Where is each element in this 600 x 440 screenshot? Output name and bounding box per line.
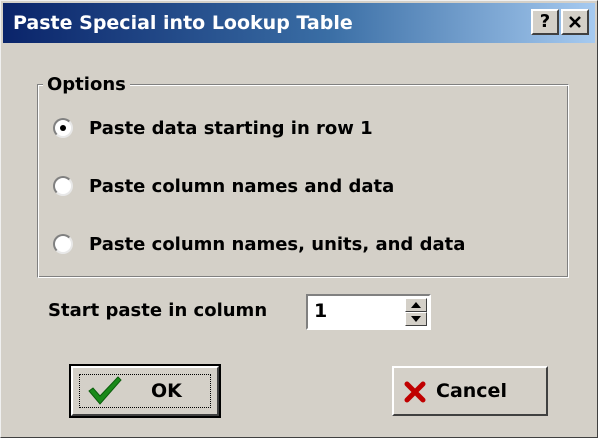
cancel-button[interactable]: Cancel [392,366,548,416]
arrow-up-icon [411,302,421,308]
options-legend: Options [43,74,130,96]
close-button[interactable] [561,9,589,35]
title-bar: Paste Special into Lookup Table ? [3,3,595,43]
radio-button[interactable] [53,176,73,196]
help-button[interactable]: ? [531,9,559,35]
window-title: Paste Special into Lookup Table [13,12,353,34]
ok-button[interactable]: OK [69,364,221,418]
radio-paste-data-row-1[interactable]: Paste data starting in row 1 [53,113,373,143]
radio-label: Paste data starting in row 1 [89,117,373,139]
arrow-down-icon [411,316,421,322]
ok-label: OK [151,380,182,402]
start-column-label: Start paste in column [48,300,268,321]
checkmark-icon [88,376,122,405]
cancel-label: Cancel [436,380,507,402]
start-column-input[interactable]: 1 [314,300,327,322]
paste-special-dialog: Paste Special into Lookup Table ? Option… [0,0,598,438]
start-column-spinner[interactable]: 1 [306,294,431,330]
radio-button[interactable] [53,234,73,254]
help-icon: ? [539,11,551,32]
red-x-icon [404,381,426,403]
radio-label: Paste column names and data [89,175,395,197]
radio-label: Paste column names, units, and data [89,233,466,255]
radio-button-checked[interactable] [53,118,73,138]
spin-down-button[interactable] [405,312,427,326]
radio-paste-names-and-data[interactable]: Paste column names and data [53,171,394,201]
spinner-buttons [405,298,427,326]
close-icon [569,16,581,28]
spin-up-button[interactable] [405,298,427,312]
radio-paste-names-units-data[interactable]: Paste column names, units, and data [53,229,465,259]
